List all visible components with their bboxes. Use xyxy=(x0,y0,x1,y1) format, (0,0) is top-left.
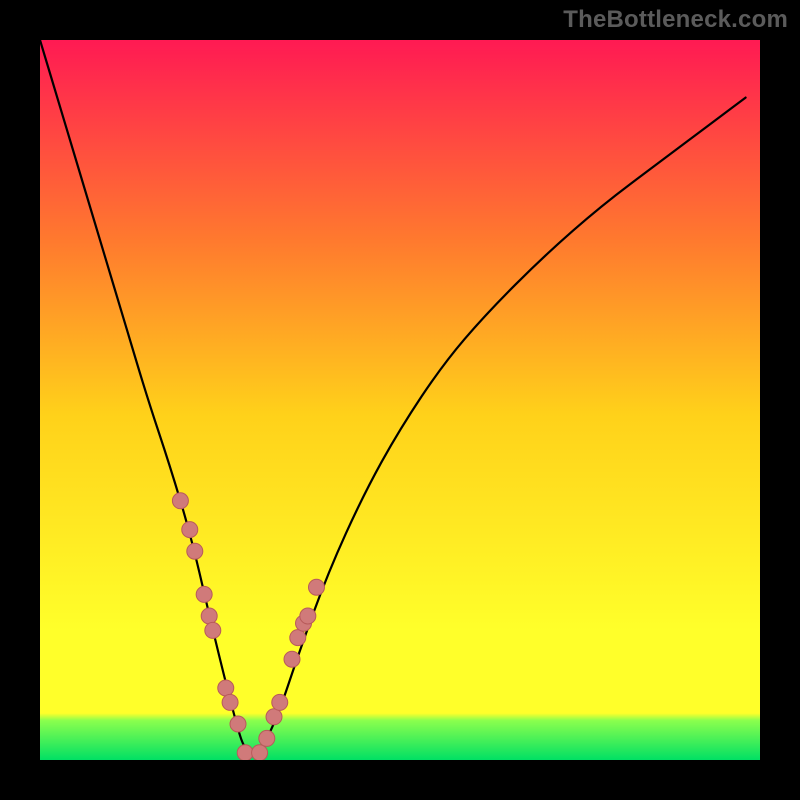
marker-dot xyxy=(272,694,288,710)
chart-frame: TheBottleneck.com xyxy=(0,0,800,800)
marker-dot xyxy=(266,709,282,725)
marker-dot xyxy=(259,730,275,746)
marker-dot xyxy=(182,522,198,538)
marker-dot xyxy=(237,745,253,760)
marker-dot xyxy=(222,694,238,710)
marker-dot xyxy=(172,493,188,509)
watermark-text: TheBottleneck.com xyxy=(563,6,788,34)
plot-svg xyxy=(40,40,760,760)
marker-dot xyxy=(196,586,212,602)
bottleneck-plot xyxy=(40,40,760,760)
marker-dot xyxy=(290,630,306,646)
marker-dot xyxy=(284,651,300,667)
marker-dot xyxy=(201,608,217,624)
marker-dot xyxy=(218,680,234,696)
marker-dot xyxy=(300,608,316,624)
marker-dot xyxy=(230,716,246,732)
marker-dot xyxy=(205,622,221,638)
marker-dot xyxy=(308,579,324,595)
marker-dot xyxy=(187,543,203,559)
marker-dot xyxy=(252,745,268,760)
